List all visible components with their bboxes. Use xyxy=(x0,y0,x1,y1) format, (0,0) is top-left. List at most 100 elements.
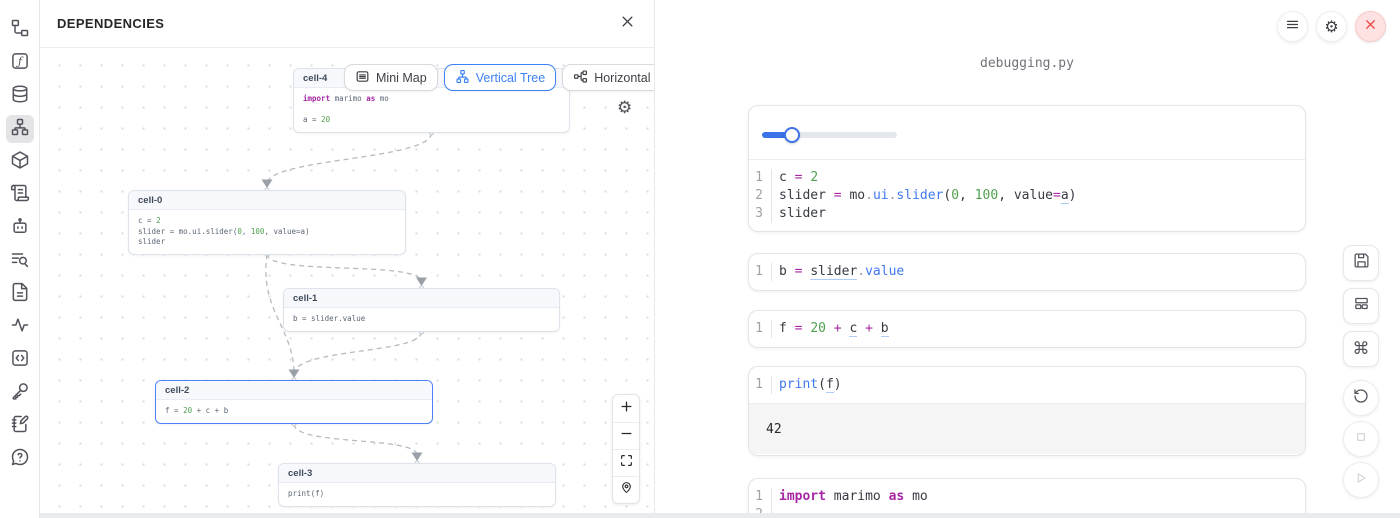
horizontal-tree-view-label: Horizontal Tree xyxy=(594,71,654,85)
run-button[interactable] xyxy=(1343,462,1379,498)
code-editor[interactable]: 1b = slider.value xyxy=(749,254,1305,290)
center-selection-button[interactable] xyxy=(613,476,639,503)
close-icon xyxy=(1363,17,1378,37)
sidebar-item-packages[interactable] xyxy=(6,148,34,176)
line-number: 1 xyxy=(749,320,771,338)
maximize-icon xyxy=(620,454,633,472)
map-pin-icon xyxy=(620,481,633,499)
horizontal-scrollbar[interactable] xyxy=(40,513,1400,518)
slider-thumb[interactable] xyxy=(784,127,800,143)
horizontal-tree-view-button[interactable]: Horizontal Tree xyxy=(562,64,654,91)
minimap-view-button[interactable]: Mini Map xyxy=(344,64,438,91)
minimap-view-label: Mini Map xyxy=(376,71,427,85)
horizontal-tree-icon xyxy=(573,69,588,87)
undo-button[interactable] xyxy=(1343,380,1379,416)
graph-zoom-controls xyxy=(612,394,640,504)
vertical-tree-icon xyxy=(455,69,470,87)
graph-view-toolbar: Mini Map Vertical Tree Horizontal Tree xyxy=(344,64,654,91)
gear-icon: ⚙ xyxy=(1324,19,1338,35)
panel-title: DEPENDENCIES xyxy=(57,16,164,31)
sidebar-item-documentation[interactable] xyxy=(6,280,34,308)
dependencies-panel-header: DEPENDENCIES xyxy=(40,0,654,48)
code-line: 1b = slider.value xyxy=(749,263,1305,281)
sidebar-item-file-tree[interactable] xyxy=(6,16,34,44)
dependency-graph-icon xyxy=(10,117,30,142)
packages-icon xyxy=(10,150,30,175)
sidebar-item-dependencies[interactable] xyxy=(6,115,34,143)
sidebar-item-functions[interactable]: ƒ xyxy=(6,49,34,77)
sidebar-item-tracing[interactable] xyxy=(6,313,34,341)
ai-chat-icon xyxy=(10,216,30,241)
cell-import: 1import marimo as mo2 xyxy=(748,478,1306,518)
keyboard-shortcuts-button[interactable]: ⌘ xyxy=(1343,331,1379,367)
undo-icon xyxy=(1353,388,1369,409)
zoom-out-button[interactable] xyxy=(613,422,639,449)
graph-node-cell-2[interactable]: cell-2 f = 20 + c + b xyxy=(155,380,433,424)
icon-sidebar: ƒ xyxy=(0,0,40,518)
slider-input[interactable] xyxy=(762,132,897,138)
code-line: 1f = 20 + c + b xyxy=(749,320,1305,338)
sidebar-item-list-search[interactable] xyxy=(6,247,34,275)
plus-icon xyxy=(620,400,633,418)
marimo-app: ƒ DEPENDENCIES xyxy=(0,0,1400,518)
minimap-icon xyxy=(355,69,370,87)
zoom-in-button[interactable] xyxy=(613,395,639,422)
code-line: print(f) xyxy=(288,489,546,500)
slider-output-area xyxy=(749,106,1305,160)
save-button[interactable] xyxy=(1343,245,1379,281)
cell-b: 1b = slider.value xyxy=(748,253,1306,291)
graph-node-code: import marimo as mo a = 20 xyxy=(294,88,569,132)
graph-node-cell-1[interactable]: cell-1 b = slider.value xyxy=(283,288,560,332)
sidebar-item-datasources[interactable] xyxy=(6,82,34,110)
functions-icon: ƒ xyxy=(10,51,30,76)
documentation-icon xyxy=(10,282,30,307)
sidebar-item-ai-chat[interactable] xyxy=(6,214,34,242)
list-search-icon xyxy=(10,249,30,274)
shutdown-button[interactable] xyxy=(1355,11,1386,42)
scratchpad-icon xyxy=(10,414,30,439)
dependency-graph-canvas[interactable]: cell-4 import marimo as mo a = 20 cell-0… xyxy=(40,48,654,518)
code-editor[interactable]: 1f = 20 + c + b xyxy=(749,311,1305,347)
graph-node-cell-3[interactable]: cell-3 print(f) xyxy=(278,463,556,507)
sidebar-item-logs[interactable] xyxy=(6,181,34,209)
cell-f: 1f = 20 + c + b xyxy=(748,310,1306,348)
vertical-tree-view-button[interactable]: Vertical Tree xyxy=(444,64,556,91)
code-line xyxy=(303,105,560,116)
graph-settings-button[interactable]: ⚙ xyxy=(617,100,632,117)
line-number: 1 xyxy=(749,376,771,394)
notebook-settings-button[interactable]: ⚙ xyxy=(1316,11,1347,42)
notebook-menu-button[interactable] xyxy=(1277,11,1308,42)
close-panel-button[interactable] xyxy=(617,14,637,34)
code-editor[interactable]: 1print(f) xyxy=(749,367,1305,403)
hamburger-icon xyxy=(1285,17,1300,37)
graph-node-title: cell-3 xyxy=(279,464,555,483)
sidebar-item-scratchpad[interactable] xyxy=(6,412,34,440)
notebook-filename: debugging.py xyxy=(748,56,1306,71)
graph-node-code: print(f) xyxy=(279,483,555,506)
graph-node-title: cell-0 xyxy=(129,191,405,210)
code-line: 1print(f) xyxy=(749,376,1305,394)
graph-node-code: f = 20 + c + b xyxy=(156,400,432,423)
graph-node-cell-0[interactable]: cell-0 c = 2slider = mo.ui.slider(0, 100… xyxy=(128,190,406,255)
dependencies-panel: DEPENDENCIES xyxy=(40,0,655,518)
stop-icon xyxy=(1353,429,1369,450)
database-icon xyxy=(10,84,30,109)
sidebar-item-secrets[interactable] xyxy=(6,379,34,407)
code-line: f = 20 + c + b xyxy=(165,406,423,417)
code-line: c = 2 xyxy=(138,216,396,227)
code-line: import marimo as mo xyxy=(303,94,560,105)
fit-view-button[interactable] xyxy=(613,449,639,476)
code-line: 2slider = mo.ui.slider(0, 100, value=a) xyxy=(749,187,1305,205)
sidebar-item-help[interactable] xyxy=(6,445,34,473)
sidebar-item-snippets[interactable] xyxy=(6,346,34,374)
layout-icon xyxy=(1353,295,1370,317)
code-editor[interactable]: 1c = 22slider = mo.ui.slider(0, 100, val… xyxy=(749,160,1305,232)
help-icon xyxy=(10,447,30,472)
layout-button[interactable] xyxy=(1343,288,1379,324)
minus-icon xyxy=(620,427,633,445)
line-number: 3 xyxy=(749,205,771,223)
console-output: 42 xyxy=(749,403,1305,454)
line-number: 2 xyxy=(749,187,771,205)
stop-button[interactable] xyxy=(1343,421,1379,457)
save-icon xyxy=(1353,252,1370,274)
